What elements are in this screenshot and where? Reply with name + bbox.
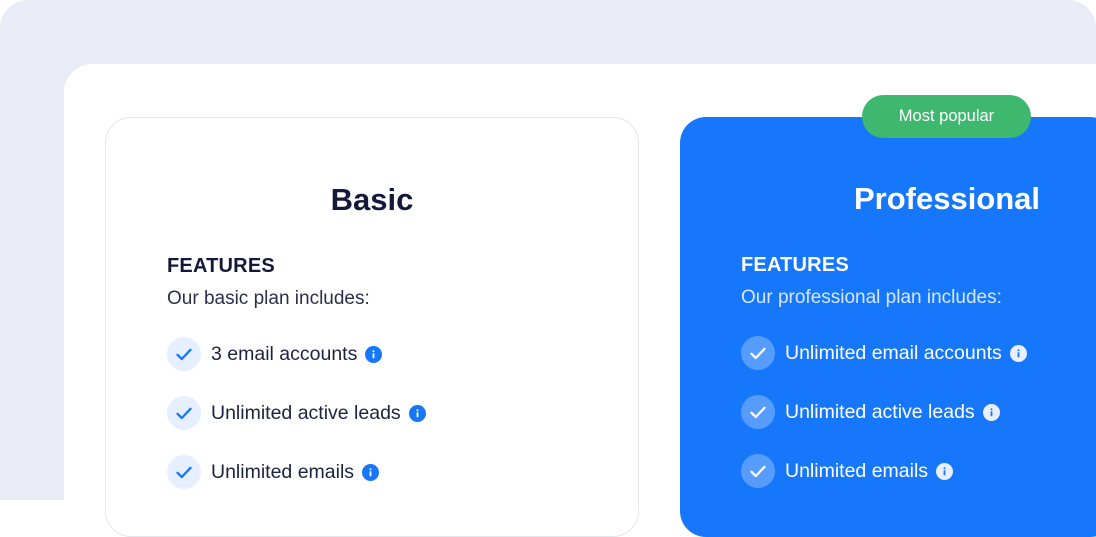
feature-label: Unlimited active leads xyxy=(211,401,401,424)
info-icon[interactable] xyxy=(362,463,380,481)
plan-card-professional[interactable]: Professional FEATURES Our professional p… xyxy=(680,117,1096,537)
feature-item: Unlimited active leads xyxy=(741,395,1000,429)
check-icon xyxy=(741,336,775,370)
feature-item: Unlimited emails xyxy=(741,454,954,488)
features-subtitle: Our basic plan includes: xyxy=(167,288,370,309)
feature-label: Unlimited email accounts xyxy=(785,341,1002,364)
feature-item: Unlimited email accounts xyxy=(741,336,1027,370)
feature-label: Unlimited emails xyxy=(211,460,355,483)
info-icon[interactable] xyxy=(982,403,1000,421)
info-icon[interactable] xyxy=(365,345,383,363)
feature-item: Unlimited active leads xyxy=(167,396,426,430)
check-icon xyxy=(741,454,775,488)
features-subtitle: Our professional plan includes: xyxy=(741,287,1002,308)
most-popular-badge: Most popular xyxy=(862,95,1031,138)
check-icon xyxy=(741,395,775,429)
check-icon xyxy=(167,337,201,371)
features-heading: FEATURES xyxy=(741,254,849,276)
feature-item: Unlimited emails xyxy=(167,455,380,489)
info-icon[interactable] xyxy=(1009,344,1027,362)
feature-item: 3 email accounts xyxy=(167,337,383,371)
plan-title: Professional xyxy=(853,181,1041,216)
feature-label: Unlimited active leads xyxy=(785,400,975,423)
feature-label: 3 email accounts xyxy=(211,342,358,365)
features-heading: FEATURES xyxy=(167,255,275,277)
check-icon xyxy=(167,455,201,489)
plan-title: Basic xyxy=(330,182,414,217)
plan-card-basic[interactable]: Basic FEATURES Our basic plan includes: … xyxy=(105,117,639,537)
check-icon xyxy=(167,396,201,430)
info-icon[interactable] xyxy=(936,462,954,480)
feature-label: Unlimited emails xyxy=(785,459,929,482)
info-icon[interactable] xyxy=(408,404,426,422)
